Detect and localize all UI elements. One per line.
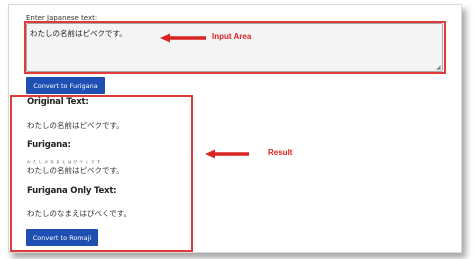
- arrow-left-icon: [160, 33, 206, 43]
- original-text-heading: Original Text:: [27, 97, 89, 107]
- furigana-only-heading: Furigana Only Text:: [27, 186, 117, 196]
- furigana-heading: Furigana:: [27, 140, 71, 150]
- input-area-annotation: Input Area: [212, 32, 252, 41]
- convert-to-romaji-button[interactable]: Convert to Romaji: [26, 229, 98, 246]
- input-area-highlight: [24, 21, 446, 74]
- result-annotation: Result: [268, 148, 293, 157]
- furigana-base-text: わたしの名前はピベクです。: [27, 166, 124, 175]
- arrow-left-icon: [205, 149, 249, 159]
- furigana-result: わ た し の な ま え は ぴ べ く で す わたしの名前はピベクです。: [27, 160, 124, 176]
- original-text-value: わたしの名前はピベクです。: [27, 121, 124, 130]
- convert-to-furigana-button[interactable]: Convert to Furigana: [26, 77, 105, 94]
- furigana-only-value: わたしのなまえはぴべくです。: [27, 209, 132, 218]
